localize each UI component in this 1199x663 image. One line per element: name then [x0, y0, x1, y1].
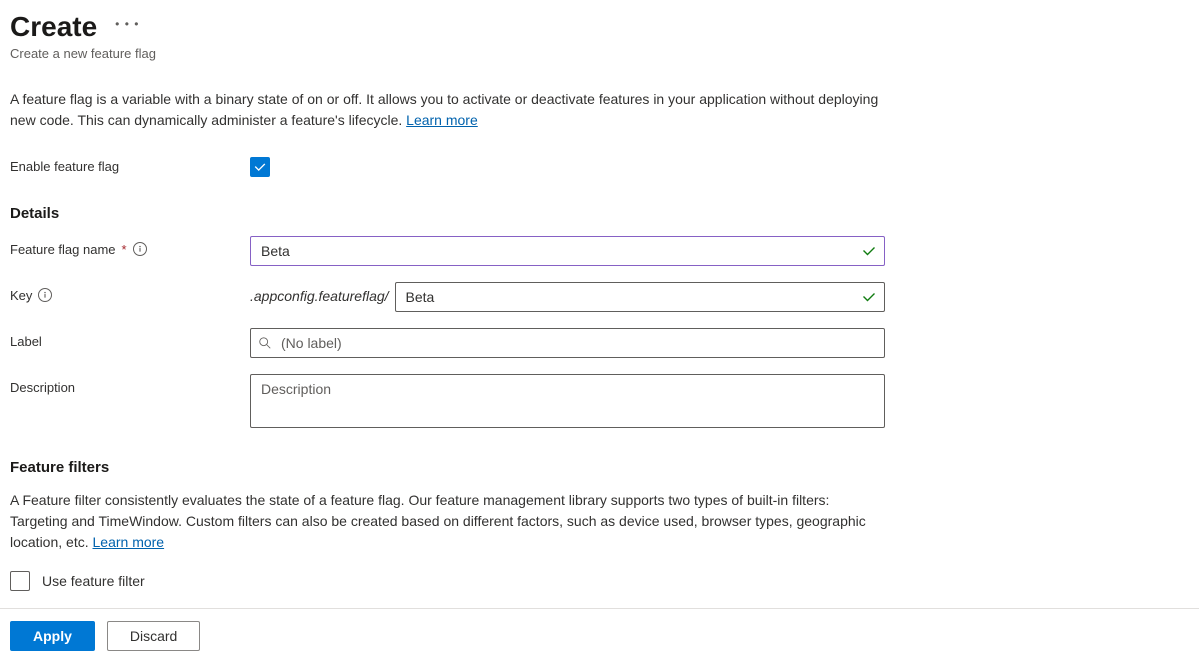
filters-learn-more-link[interactable]: Learn more — [93, 534, 165, 550]
enable-label: Enable feature flag — [10, 159, 119, 174]
key-input[interactable] — [395, 282, 885, 312]
filters-text: A Feature filter consistently evaluates … — [10, 490, 890, 553]
intro-text: A feature flag is a variable with a bina… — [10, 89, 890, 131]
details-heading: Details — [10, 205, 1189, 222]
filters-heading: Feature filters — [10, 459, 1189, 476]
key-prefix: .appconfig.featureflag/ — [250, 282, 395, 304]
page-title: Create — [10, 10, 97, 44]
apply-button[interactable]: Apply — [10, 621, 95, 651]
check-icon — [253, 160, 267, 174]
name-input[interactable] — [250, 236, 885, 266]
use-filter-checkbox[interactable] — [10, 571, 30, 591]
more-menu-icon[interactable]: • • • — [115, 17, 139, 37]
description-textarea[interactable] — [250, 374, 885, 428]
page-subtitle: Create a new feature flag — [10, 46, 1189, 61]
enable-checkbox[interactable] — [250, 157, 270, 177]
label-label: Label — [10, 334, 42, 349]
discard-button[interactable]: Discard — [107, 621, 200, 651]
description-label: Description — [10, 380, 75, 395]
footer-bar: Apply Discard — [0, 608, 1199, 663]
required-star: * — [122, 242, 127, 257]
use-filter-label: Use feature filter — [42, 573, 145, 589]
label-input[interactable] — [250, 328, 885, 358]
name-label: Feature flag name — [10, 242, 116, 257]
key-label: Key — [10, 288, 32, 303]
key-info-icon[interactable] — [38, 288, 52, 302]
name-info-icon[interactable] — [133, 242, 147, 256]
intro-learn-more-link[interactable]: Learn more — [406, 112, 478, 128]
